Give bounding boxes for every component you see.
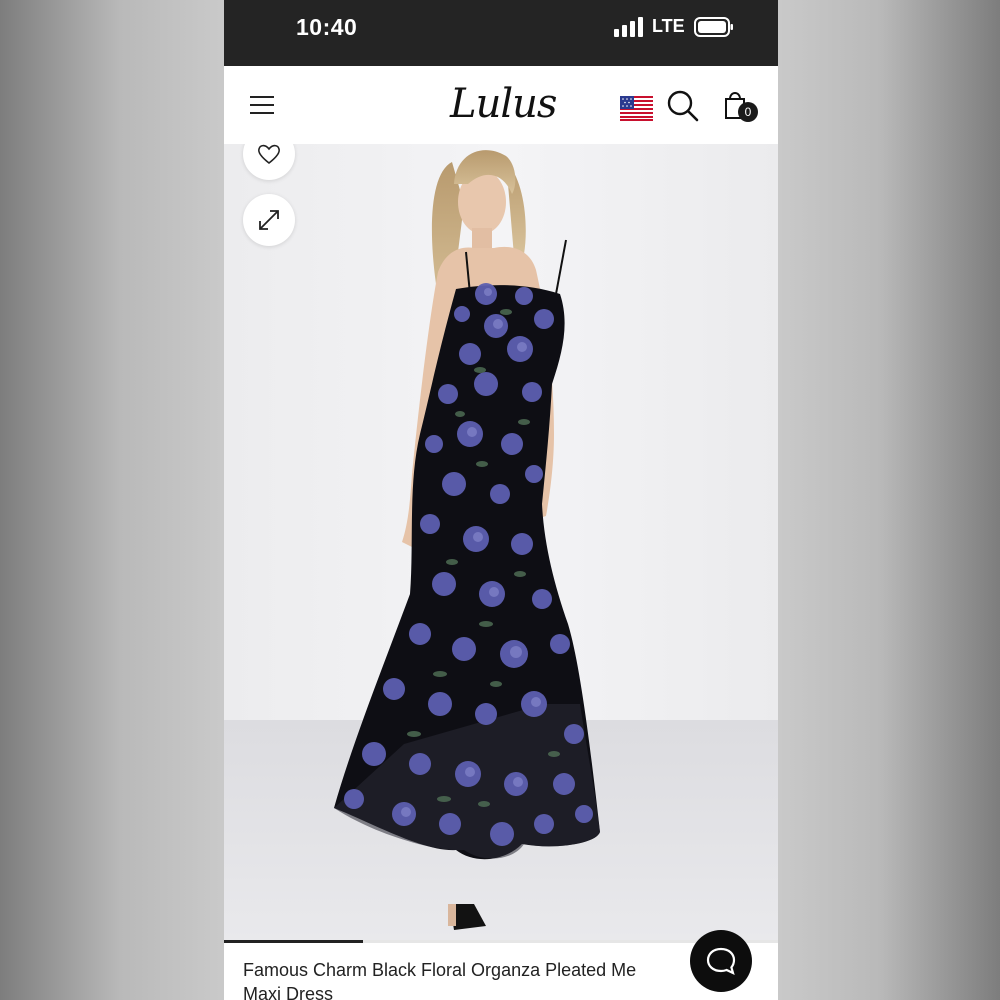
menu-icon[interactable] xyxy=(250,94,276,116)
carrier-label: LTE xyxy=(652,16,685,36)
cart-count-badge: 0 xyxy=(738,102,758,122)
phone-screen: 10:40 LTE Lulus 0 Famous Charm Black Flo… xyxy=(224,0,778,1000)
expand-icon xyxy=(259,210,279,230)
status-bar: 10:40 LTE xyxy=(224,0,778,66)
heart-icon xyxy=(257,144,281,165)
signal-icon xyxy=(614,17,643,37)
search-icon[interactable] xyxy=(667,90,699,122)
site-header: Lulus 0 xyxy=(224,66,778,144)
lulus-logo[interactable]: Lulus xyxy=(450,80,557,128)
product-title: Famous Charm Black Floral Organza Pleate… xyxy=(243,958,713,1000)
product-title-line-1: Famous Charm Black Floral Organza Pleate… xyxy=(243,960,637,980)
product-photo xyxy=(224,144,778,940)
expand-image-button[interactable] xyxy=(243,194,295,246)
chat-icon xyxy=(706,947,736,976)
us-flag-icon[interactable] xyxy=(620,96,653,121)
battery-icon xyxy=(694,17,733,37)
product-image-gallery[interactable] xyxy=(224,144,778,940)
status-time: 10:40 xyxy=(296,14,358,40)
gallery-progress-fill xyxy=(224,940,363,943)
product-title-line-2: Maxi Dress xyxy=(243,984,334,1000)
chat-button[interactable] xyxy=(690,930,752,992)
